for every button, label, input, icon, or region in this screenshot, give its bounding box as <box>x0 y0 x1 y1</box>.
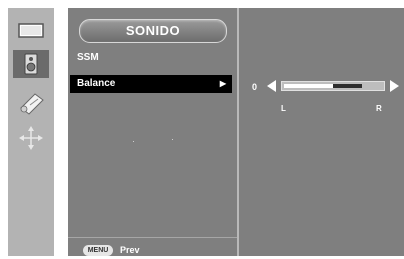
value-panel: 0 L R <box>239 8 404 256</box>
clock-tag-icon <box>20 93 44 115</box>
balance-slider[interactable] <box>281 81 385 91</box>
menu-item-ssm[interactable]: SSM <box>70 49 232 67</box>
icon-sidebar <box>8 8 54 256</box>
adjust-arrows-icon <box>19 126 43 150</box>
menu-item-label: Balance <box>77 78 116 89</box>
menu-key-button[interactable]: MENU <box>83 245 113 256</box>
menu-item-label: SSM <box>77 52 99 63</box>
prev-label: Prev <box>120 245 140 255</box>
footer-divider <box>68 237 237 238</box>
osd-screen: SONIDO SSM Balance ▶ MENU Prev 0 L R <box>0 0 404 256</box>
sidebar-item-setup[interactable] <box>13 124 49 152</box>
menu-item-balance[interactable]: Balance ▶ <box>70 75 232 93</box>
picture-icon <box>18 23 44 38</box>
arrow-left-icon[interactable] <box>267 80 277 92</box>
right-channel-label: R <box>376 104 382 113</box>
balance-slider-remainder <box>333 84 362 88</box>
artifact-dot <box>133 141 134 142</box>
artifact-dot <box>172 139 173 140</box>
menu-title: SONIDO <box>79 19 227 43</box>
balance-slider-fill <box>284 84 333 88</box>
arrow-right-icon[interactable] <box>389 80 399 92</box>
play-arrow-icon: ▶ <box>219 79 226 88</box>
sidebar-item-time[interactable] <box>13 88 49 116</box>
menu-panel: SONIDO SSM Balance ▶ MENU Prev <box>68 8 237 256</box>
sidebar-item-picture[interactable] <box>13 16 49 44</box>
left-channel-label: L <box>281 104 286 113</box>
sidebar-item-sound[interactable] <box>13 50 49 78</box>
speaker-icon <box>24 53 38 75</box>
balance-value: 0 <box>252 82 258 92</box>
